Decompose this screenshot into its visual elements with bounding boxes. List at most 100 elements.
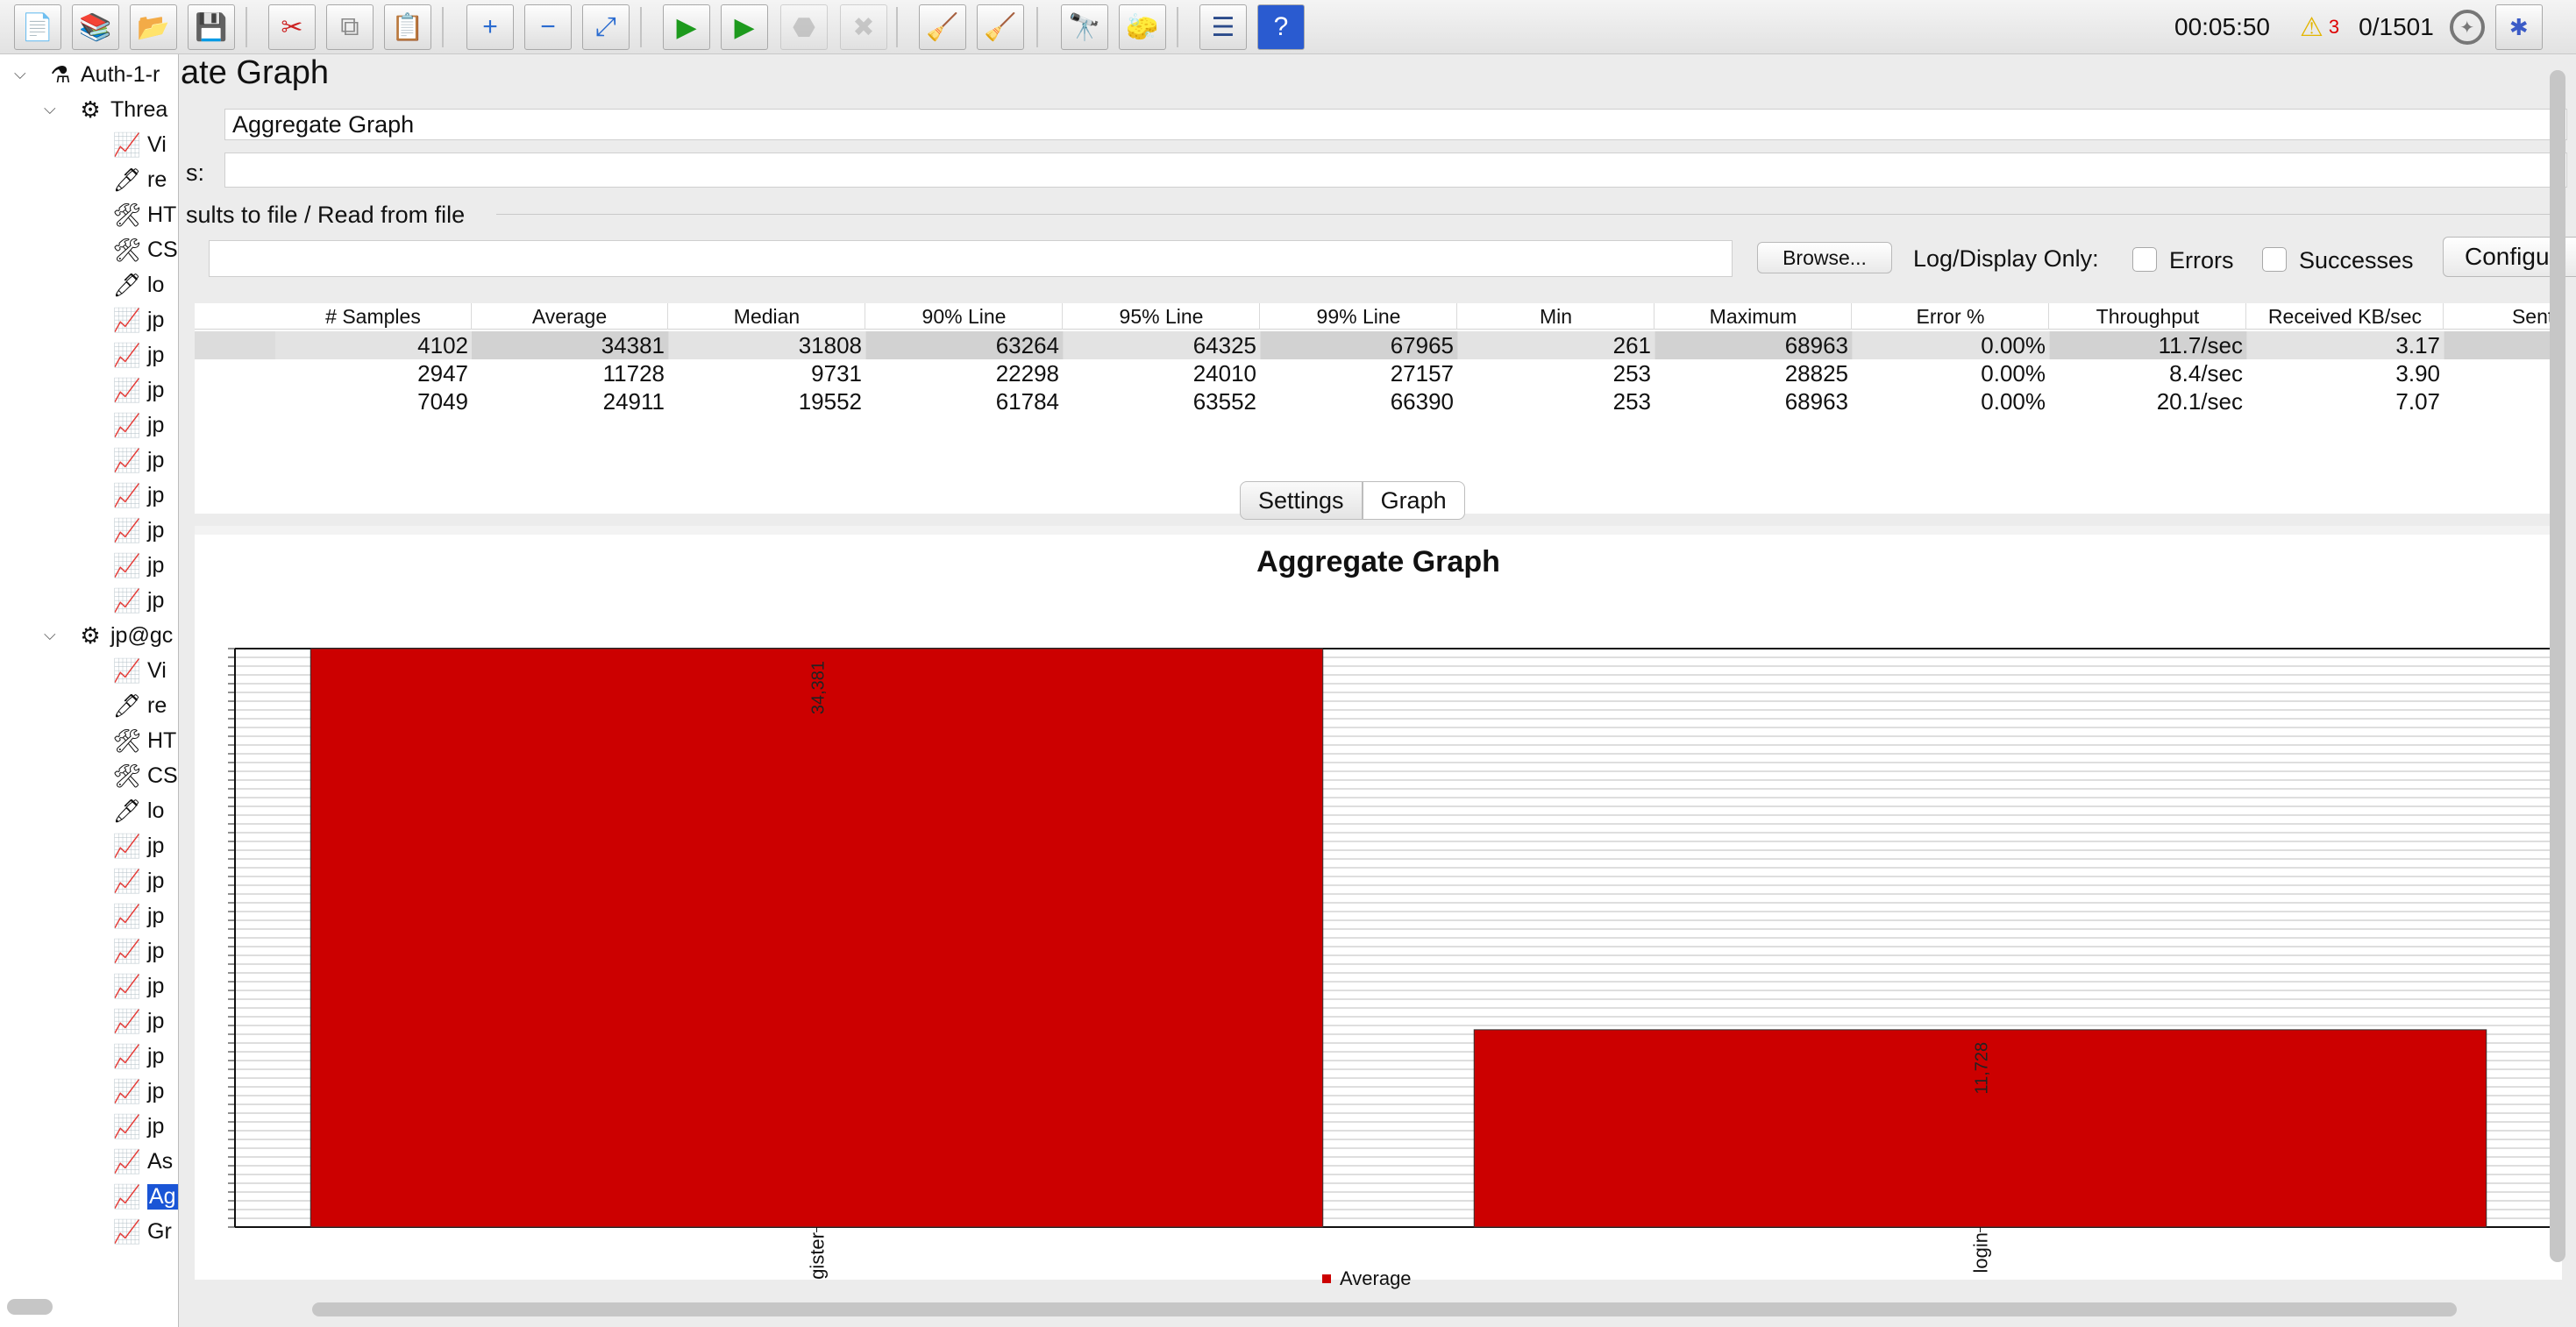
table-row[interactable]: 4102 34381 31808 63264 64325 67965 261 68963 0.0… [195, 331, 2562, 359]
tree-node[interactable]: 🖊 lo [112, 794, 164, 827]
column-header[interactable]: Throughput [2050, 303, 2246, 330]
start-no-pauses-icon[interactable]: ▶ [721, 4, 768, 50]
function-helper-icon[interactable]: ☰ [1199, 4, 1247, 50]
table-cell: 34381 [472, 331, 668, 359]
tree-node-label: jp@gc [110, 622, 174, 648]
shutdown-icon[interactable]: ✖ [840, 4, 887, 50]
errors-checkbox[interactable] [2132, 247, 2157, 272]
chevron-down-icon[interactable]: ⌵ [44, 100, 56, 118]
tree-node[interactable]: 📈 jp [112, 584, 165, 617]
column-header[interactable]: Error % [1853, 303, 2049, 330]
column-header[interactable]: 95% Line [1064, 303, 1260, 330]
log-viewer-icon[interactable]: ✱ [2494, 4, 2543, 50]
browse-button[interactable]: Browse... [1757, 242, 1892, 273]
save-icon[interactable]: 💾 [188, 4, 235, 50]
remote-icon[interactable]: ✦ [2449, 10, 2485, 45]
tree-node[interactable]: 📈 jp [112, 514, 165, 547]
column-header[interactable]: Median [669, 303, 865, 330]
chevron-down-icon[interactable]: ⌵ [14, 65, 26, 83]
tree-node[interactable]: 🖊 re [112, 689, 167, 722]
filename-field[interactable] [209, 240, 1733, 277]
column-header[interactable]: Received KB/sec [2247, 303, 2444, 330]
tab-graph[interactable]: Graph [1362, 481, 1465, 520]
tree-node[interactable]: 🖊 re [112, 163, 167, 196]
tree-node[interactable]: 📈 jp [112, 1110, 165, 1143]
tree-node[interactable]: 📈 jp [112, 479, 165, 512]
tree-node[interactable]: 🛠 HT [112, 198, 176, 231]
tree-node[interactable]: 📈 jp [112, 1004, 165, 1038]
table-row[interactable]: 2947 11728 9731 22298 24010 27157 253 28825 0.00… [195, 359, 2562, 387]
tree-node[interactable]: 📈 jp [112, 408, 165, 442]
column-header[interactable]: Sent K [2444, 303, 2562, 330]
tree-node-label: jp [147, 412, 165, 437]
tree-node[interactable]: 🛠 CS [112, 759, 177, 792]
tree-node[interactable]: 📈 As [112, 1145, 173, 1178]
new-icon[interactable]: 📄 [14, 4, 61, 50]
tree-node-label: jp [147, 1043, 165, 1068]
column-header[interactable]: # Samples [275, 303, 472, 330]
copy-icon[interactable]: ⧉ [326, 4, 374, 50]
paste-icon[interactable]: 📋 [384, 4, 431, 50]
tree-node[interactable]: 📈 jp [112, 934, 165, 968]
tree-node[interactable]: ⚙ jp@gc [75, 619, 173, 652]
collapse-icon[interactable]: − [524, 4, 572, 50]
table-row[interactable]: 7049 24911 19552 61784 63552 66390 253 68963 0.0… [195, 387, 2562, 415]
clear-icon[interactable]: 🧹 [919, 4, 966, 50]
horizontal-scrollbar[interactable] [312, 1302, 2457, 1316]
chevron-down-icon[interactable]: ⌵ [44, 626, 56, 644]
tree-node[interactable]: 📈 jp [112, 829, 165, 862]
tree-node[interactable]: 📈 Vi [112, 128, 167, 161]
gear-icon: ⚙ [80, 621, 101, 649]
tree-node[interactable]: 📈 jp [112, 864, 165, 898]
column-header[interactable]: Min [1458, 303, 1654, 330]
graph-icon: 📈 [112, 341, 142, 368]
tree-node[interactable]: 📈 Ag [112, 1180, 178, 1213]
comments-field[interactable] [224, 153, 2567, 188]
tree-node[interactable]: 📈 Vi [112, 654, 167, 687]
tree-node[interactable]: 📈 jp [112, 303, 165, 337]
templates-icon[interactable]: 📚 [72, 4, 119, 50]
search-icon[interactable]: 🔭 [1061, 4, 1108, 50]
pipette-icon: 🖊 [112, 797, 142, 824]
tree-node[interactable]: ⚗ Auth-1-r [46, 58, 160, 91]
name-field[interactable]: Aggregate Graph [224, 109, 2567, 140]
tree-node[interactable]: 📈 jp [112, 1075, 165, 1108]
warning-icon[interactable]: ⚠ [2300, 12, 2323, 43]
column-header[interactable]: Maximum [1655, 303, 1852, 330]
tree-node[interactable]: 📈 Gr [112, 1215, 172, 1248]
tab-settings[interactable]: Settings [1240, 481, 1363, 520]
test-plan-tree[interactable]: ⚗ Auth-1-r ⌵ ⚙ Threa ⌵ 📈 Vi 🖊 re 🛠 HT 🛠 CS 🖊 lo 📈 jp 📈 jp 📈 j… [0, 54, 179, 1327]
tree-horizontal-scrollbar[interactable] [7, 1299, 53, 1315]
column-header[interactable]: Average [472, 303, 668, 330]
clear-all-icon[interactable]: 🧹 [977, 4, 1024, 50]
successes-checkbox[interactable] [2262, 247, 2287, 272]
tree-node[interactable]: 🛠 HT [112, 724, 176, 757]
tree-node[interactable]: 📈 jp [112, 1040, 165, 1073]
tree-node[interactable]: 📈 jp [112, 969, 165, 1003]
tree-node[interactable]: 🖊 lo [112, 268, 164, 302]
cut-icon[interactable]: ✂ [268, 4, 316, 50]
tree-node[interactable]: 📈 jp [112, 373, 165, 407]
tree-node[interactable]: ⚙ Threa [75, 93, 167, 126]
open-icon[interactable]: 📂 [130, 4, 177, 50]
stop-icon[interactable]: ⬣ [780, 4, 828, 50]
tree-node[interactable]: 📈 jp [112, 549, 165, 582]
start-icon[interactable]: ▶ [663, 4, 710, 50]
expand-icon[interactable]: + [466, 4, 514, 50]
tree-node[interactable]: 📈 jp [112, 899, 165, 933]
toggle-icon[interactable]: ⤢ [582, 4, 630, 50]
tree-node[interactable]: 🛠 CS [112, 233, 177, 266]
help-icon[interactable]: ? [1257, 4, 1305, 50]
column-header[interactable]: 99% Line [1261, 303, 1457, 330]
toolbar-separator [1036, 7, 1038, 47]
tree-node-label: HT [147, 727, 177, 753]
panel-title: ate Graph [181, 54, 329, 91]
warning-count[interactable]: 3 [2329, 16, 2339, 39]
reset-search-icon[interactable]: 🧽 [1119, 4, 1166, 50]
table-cell: 19552 [798, 388, 862, 415]
tree-node[interactable]: 📈 jp [112, 444, 165, 477]
column-header[interactable]: 90% Line [866, 303, 1063, 330]
tree-node[interactable]: 📈 jp [112, 338, 165, 372]
legend-swatch [1322, 1274, 1331, 1283]
vertical-scrollbar[interactable] [2550, 70, 2565, 1262]
